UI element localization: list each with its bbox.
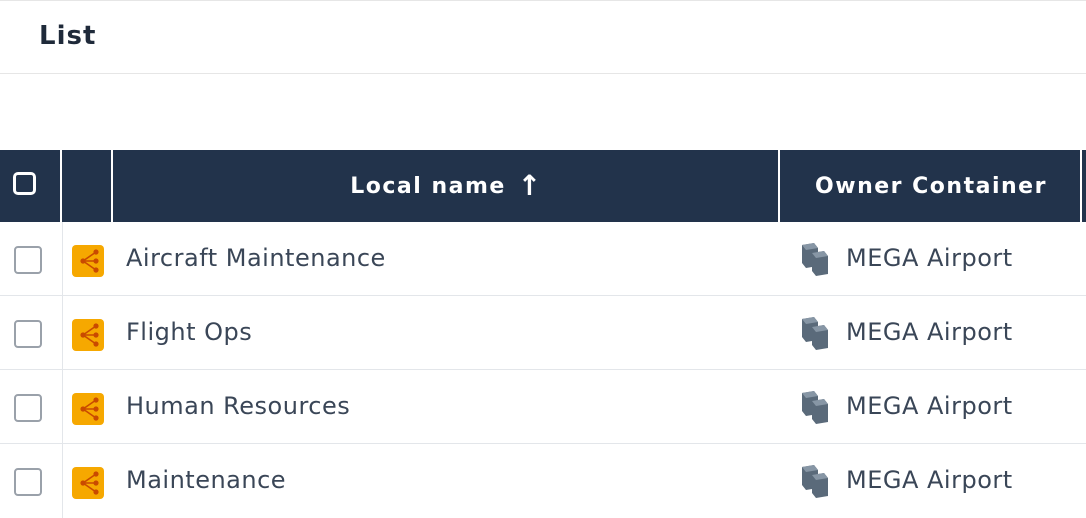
row-local-name[interactable]: Maintenance [126, 466, 286, 494]
column-header-owner-container-label: Owner Container [815, 173, 1047, 199]
column-header-local-name[interactable]: Local name ↑ [115, 150, 780, 222]
column-header-owner-container[interactable]: Owner Container [782, 150, 1082, 222]
org-unit-icon [72, 393, 104, 425]
table-header: Local name ↑ Owner Container [0, 150, 1086, 222]
row-checkbox[interactable] [14, 394, 42, 422]
table-row[interactable]: Aircraft Maintenance MEGA Airport [0, 222, 1086, 296]
table-row[interactable]: Flight Ops MEGA Airport [0, 296, 1086, 370]
sort-ascending-icon[interactable]: ↑ [518, 172, 543, 200]
select-all-column [0, 150, 62, 222]
container-icon [800, 242, 830, 276]
panel-title: List [39, 21, 97, 51]
row-owner-container[interactable]: MEGA Airport [846, 392, 1013, 420]
container-icon [800, 390, 830, 424]
list-panel-header: List [0, 1, 1086, 74]
row-checkbox[interactable] [14, 468, 42, 496]
select-all-checkbox[interactable] [13, 172, 36, 195]
org-unit-icon [72, 319, 104, 351]
container-icon [800, 316, 830, 350]
column-divider [62, 222, 63, 295]
icon-column-header [64, 150, 113, 222]
column-divider [62, 370, 63, 443]
table-row[interactable]: Maintenance MEGA Airport [0, 444, 1086, 518]
row-local-name[interactable]: Flight Ops [126, 318, 252, 346]
container-icon [800, 464, 830, 498]
column-divider [62, 444, 63, 518]
column-divider [62, 296, 63, 369]
row-checkbox[interactable] [14, 320, 42, 348]
column-header-local-name-label: Local name [350, 173, 506, 199]
org-unit-icon [72, 245, 104, 277]
org-unit-icon [72, 467, 104, 499]
table-row[interactable]: Human Resources MEGA Airport [0, 370, 1086, 444]
row-local-name[interactable]: Human Resources [126, 392, 350, 420]
row-checkbox[interactable] [14, 246, 42, 274]
row-owner-container[interactable]: MEGA Airport [846, 244, 1013, 272]
row-owner-container[interactable]: MEGA Airport [846, 318, 1013, 346]
row-owner-container[interactable]: MEGA Airport [846, 466, 1013, 494]
table-body: Aircraft Maintenance MEGA Airport Flight… [0, 222, 1086, 518]
row-local-name[interactable]: Aircraft Maintenance [126, 244, 386, 272]
